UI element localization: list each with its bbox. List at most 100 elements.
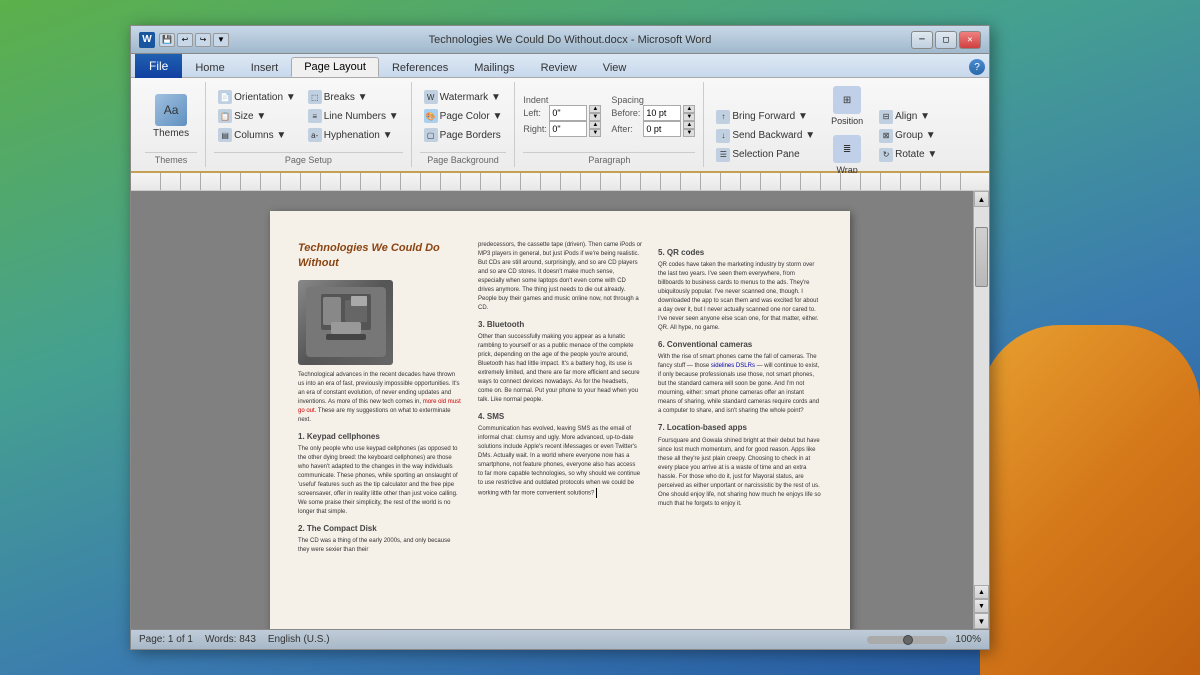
section-1-text: The only people who use keypad cellphone… [298, 445, 462, 517]
section-5-heading: 5. QR codes [658, 247, 822, 258]
selection-pane-button[interactable]: ☰ Selection Pane [712, 146, 819, 164]
indent-right-input[interactable]: 0" [549, 121, 587, 137]
trash-illustration [301, 282, 391, 362]
spacing-after-spinner: ▲ ▼ [683, 121, 695, 137]
close-button[interactable]: ✕ [959, 31, 981, 49]
section-3-text: Other than successfully making you appea… [478, 333, 642, 405]
red-text: more old must go out [298, 399, 461, 414]
link-text: sidelines DSLRs [711, 363, 755, 369]
tab-page-layout[interactable]: Page Layout [291, 57, 379, 77]
themes-button[interactable]: Aa Themes [145, 90, 197, 143]
language: English (U.S.) [268, 634, 330, 645]
spacing-control: Spacing Before: 10 pt ▲ ▼ After: 0 pt [611, 95, 695, 137]
scroll-track[interactable] [974, 207, 989, 585]
text-cursor [596, 488, 597, 498]
send-backward-button[interactable]: ↓ Send Backward ▼ [712, 127, 819, 145]
align-icon: ⊟ [879, 110, 893, 124]
orientation-label: Orientation ▼ [234, 92, 296, 103]
spacing-after-down[interactable]: ▼ [683, 129, 695, 137]
customize-quick-btn[interactable]: ▼ [213, 33, 229, 47]
spacing-before-row: Before: 10 pt ▲ ▼ [611, 105, 695, 121]
tab-review[interactable]: Review [528, 58, 590, 77]
scroll-up-button[interactable]: ▲ [974, 191, 989, 207]
tab-references[interactable]: References [379, 58, 461, 77]
section-2-text: The CD was a thing of the early 2000s, a… [298, 537, 462, 555]
group-button[interactable]: ⊠ Group ▼ [875, 127, 941, 145]
page-info: Page: 1 of 1 [139, 634, 193, 645]
indent-left-down[interactable]: ▼ [589, 113, 601, 121]
page-column-right: 5. QR codes QR codes have taken the mark… [658, 241, 822, 629]
page-borders-button[interactable]: ▢ Page Borders [420, 126, 507, 144]
indent-right-up[interactable]: ▲ [589, 121, 601, 129]
line-numbers-icon: ≡ [308, 109, 322, 123]
title-bar: W 💾 ↩ ↪ ▼ Technologies We Could Do Witho… [131, 26, 989, 54]
spacing-after-label: After: [611, 124, 641, 134]
position-icon: ⊞ [833, 86, 861, 114]
spacing-before-down[interactable]: ▼ [683, 113, 695, 121]
scroll-page-down-button[interactable]: ▼ [974, 599, 989, 613]
maximize-button[interactable]: □ [935, 31, 957, 49]
minimize-button[interactable]: ─ [911, 31, 933, 49]
hyphenation-button[interactable]: a- Hyphenation ▼ [304, 126, 403, 144]
orientation-button[interactable]: 📄 Orientation ▼ [214, 88, 300, 106]
position-button[interactable]: ⊞ Position [823, 82, 871, 130]
align-button[interactable]: ⊟ Align ▼ [875, 108, 941, 126]
section-4-text: Communication has evolved, leaving SMS a… [478, 425, 642, 499]
rotate-label: Rotate ▼ [895, 149, 937, 160]
line-numbers-button[interactable]: ≡ Line Numbers ▼ [304, 107, 403, 125]
paragraph-group-label: Paragraph [523, 152, 695, 167]
orientation-icon: 📄 [218, 90, 232, 104]
save-quick-btn[interactable]: 💾 [159, 33, 175, 47]
tab-mailings[interactable]: Mailings [461, 58, 527, 77]
breaks-label: Breaks ▼ [324, 92, 368, 103]
ribbon-group-arrange: ↑ Bring Forward ▼ ↓ Send Backward ▼ ☰ Se… [704, 82, 949, 167]
scroll-down-button[interactable]: ▼ [974, 613, 989, 629]
document-title: Technologies We Could Do Without [298, 241, 462, 272]
section-3-heading: 3. Bluetooth [478, 319, 642, 330]
tab-view[interactable]: View [590, 58, 640, 77]
size-button[interactable]: 📋 Size ▼ [214, 107, 300, 125]
themes-icon: Aa [155, 94, 187, 126]
themes-label: Themes [153, 128, 189, 139]
selection-pane-icon: ☰ [716, 148, 730, 162]
spacing-after-up[interactable]: ▲ [683, 121, 695, 129]
indent-left-up[interactable]: ▲ [589, 105, 601, 113]
ribbon-group-themes: Aa Themes Themes [137, 82, 206, 167]
ruler [131, 173, 989, 191]
size-icon: 📋 [218, 109, 232, 123]
themes-content: Aa Themes [145, 82, 197, 150]
spacing-after-input[interactable]: 0 pt [643, 121, 681, 137]
zoom-level: 100% [955, 634, 981, 645]
bring-forward-button[interactable]: ↑ Bring Forward ▼ [712, 108, 819, 126]
breaks-button[interactable]: ⬚ Breaks ▼ [304, 88, 403, 106]
undo-quick-btn[interactable]: ↩ [177, 33, 193, 47]
section-5-text: QR codes have taken the marketing indust… [658, 261, 822, 333]
zoom-slider[interactable] [867, 636, 947, 644]
watermark-button[interactable]: W Watermark ▼ [420, 88, 507, 106]
scroll-thumb[interactable] [975, 227, 988, 287]
tab-home[interactable]: Home [182, 58, 237, 77]
rotate-button[interactable]: ↻ Rotate ▼ [875, 146, 941, 164]
page-color-label: Page Color ▼ [440, 111, 503, 122]
spacing-before-up[interactable]: ▲ [683, 105, 695, 113]
indent-right-down[interactable]: ▼ [589, 129, 601, 137]
vertical-scrollbar: ▲ ▲ ▼ ▼ [973, 191, 989, 629]
quick-access-toolbar: 💾 ↩ ↪ ▼ [159, 33, 229, 47]
help-button[interactable]: ? [969, 59, 985, 75]
watermark-icon: W [424, 90, 438, 104]
zoom-thumb[interactable] [903, 635, 913, 645]
page-column-left: Technologies We Could Do Without [298, 241, 462, 629]
columns-button[interactable]: ▤ Columns ▼ [214, 126, 300, 144]
section-6-text: With the rise of smart phones came the f… [658, 353, 822, 416]
file-tab[interactable]: File [135, 54, 182, 78]
indent-left-spinner: ▲ ▼ [589, 105, 601, 121]
indent-left-input[interactable]: 0" [549, 105, 587, 121]
window-controls: ─ □ ✕ [911, 31, 981, 49]
scroll-page-up-button[interactable]: ▲ [974, 585, 989, 599]
redo-quick-btn[interactable]: ↪ [195, 33, 211, 47]
indent-right-spinner: ▲ ▼ [589, 121, 601, 137]
status-bar-right: 100% [867, 634, 981, 645]
page-color-button[interactable]: 🎨 Page Color ▼ [420, 107, 507, 125]
spacing-before-input[interactable]: 10 pt [643, 105, 681, 121]
tab-insert[interactable]: Insert [238, 58, 292, 77]
